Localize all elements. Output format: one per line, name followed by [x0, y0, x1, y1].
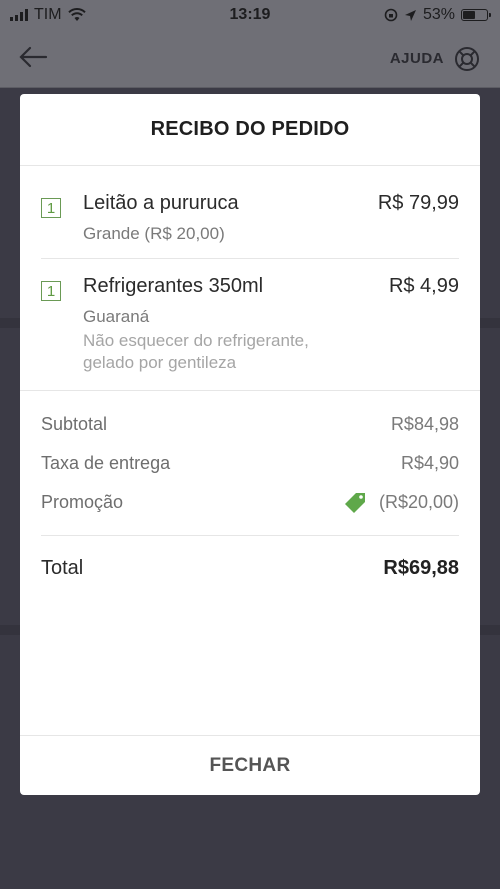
receipt-modal: RECIBO DO PEDIDO 1 Leitão a pururuca R$ … [20, 94, 480, 795]
item-name: Refrigerantes 350ml [83, 275, 264, 297]
subtotal-row: Subtotal R$84,98 [41, 405, 459, 444]
price-summary: Subtotal R$84,98 Taxa de entrega R$4,90 … [20, 390, 480, 600]
promotion-value: (R$20,00) [378, 492, 459, 512]
item-option: Grande (R$ 20,00) [83, 224, 225, 243]
total-label: Total [41, 556, 84, 579]
item-price: R$ 4,99 [388, 275, 459, 297]
help-label: AJUDA [389, 50, 444, 67]
signal-icon [10, 9, 28, 21]
order-item: 1 Leitão a pururuca R$ 79,99 Grande (R$ … [41, 166, 459, 258]
close-button[interactable]: FECHAR [210, 755, 291, 777]
status-right: 53% [384, 6, 491, 24]
location-arrow-icon [404, 9, 416, 21]
arrow-left-icon[interactable] [18, 44, 48, 74]
order-item: 1 Refrigerantes 350ml R$ 4,99 Guaraná Nã… [41, 258, 459, 388]
order-items: 1 Leitão a pururuca R$ 79,99 Grande (R$ … [20, 166, 480, 388]
total-row: Total R$69,88 [41, 536, 459, 600]
subtotal-value: R$84,98 [390, 414, 459, 434]
lifebuoy-icon [455, 46, 479, 71]
status-bar: TIM 13:19 53% [0, 0, 500, 30]
status-left: TIM [10, 6, 86, 24]
item-price: R$ 79,99 [377, 192, 459, 214]
total-value: R$69,88 [383, 556, 459, 579]
battery-percent: 53% [422, 6, 455, 23]
promotion-row: Promoção (R$20,00) [41, 483, 459, 522]
subtotal-label: Subtotal [41, 414, 108, 434]
carrier-label: TIM [34, 6, 62, 23]
battery-fill [463, 11, 476, 19]
item-option: Guaraná [83, 307, 150, 326]
delivery-fee-label: Taxa de entrega [41, 453, 171, 473]
price-tag-icon [344, 492, 365, 513]
delivery-fee-value: R$4,90 [400, 453, 459, 473]
delivery-fee-row: Taxa de entrega R$4,90 [41, 444, 459, 483]
promotion-label: Promoção [41, 492, 124, 512]
quantity-badge: 1 [41, 281, 61, 301]
top-nav: AJUDA [0, 30, 500, 88]
screen-lock-icon [384, 8, 398, 22]
battery-icon [461, 9, 491, 21]
help-button[interactable]: AJUDA [390, 46, 480, 72]
item-note: Não esquecer do refrigerante, gelado por… [83, 331, 309, 372]
quantity-badge: 1 [41, 198, 61, 218]
modal-footer: FECHAR [20, 735, 480, 795]
wifi-icon [67, 8, 86, 21]
modal-title: RECIBO DO PEDIDO [20, 94, 480, 166]
item-name: Leitão a pururuca [83, 192, 239, 214]
